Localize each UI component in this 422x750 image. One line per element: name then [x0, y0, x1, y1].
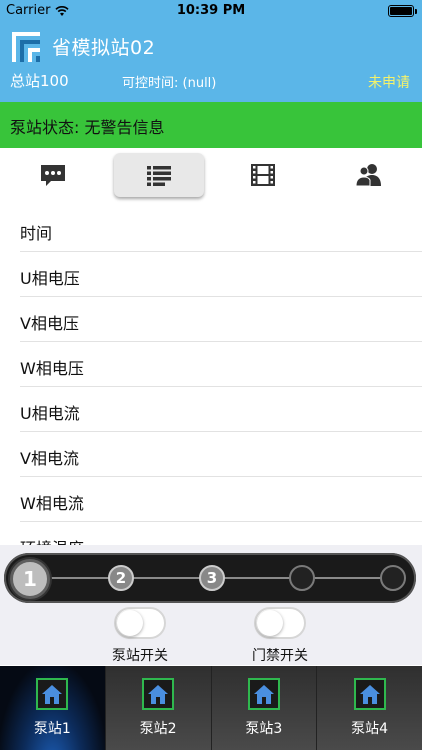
- list-item: U相电流: [20, 387, 422, 432]
- bottom-tab-label: 泵站2: [139, 721, 177, 737]
- bottom-tab-station-1[interactable]: 泵站1: [0, 666, 105, 750]
- bottom-tab-label: 泵站1: [33, 721, 71, 737]
- step-1[interactable]: 1: [10, 559, 50, 599]
- list-item: 环境温度: [20, 522, 422, 545]
- door-switch-toggle[interactable]: [254, 607, 306, 639]
- step-4[interactable]: [289, 565, 315, 591]
- status-bar: Carrier 10:39 PM: [0, 0, 422, 22]
- tab-video[interactable]: [218, 153, 308, 197]
- pump-switch-label: 泵站开关: [112, 648, 168, 664]
- step-2[interactable]: 2: [108, 565, 134, 591]
- list-item: W相电压: [20, 342, 422, 387]
- list-item: V相电流: [20, 432, 422, 477]
- control-time-label: 可控时间: (null): [122, 76, 217, 91]
- station-title: 省模拟站02: [52, 37, 156, 59]
- list-item: W相电流: [20, 477, 422, 522]
- door-switch-label: 门禁开关: [252, 648, 308, 664]
- apply-status-button[interactable]: 未申请: [368, 72, 410, 92]
- bottom-tab-bar: 泵站1 泵站2 泵站3 泵站4: [0, 666, 422, 750]
- header: 省模拟站02 总站100 可控时间: (null) 未申请: [0, 22, 422, 102]
- app-logo-icon: [12, 32, 40, 62]
- pump-switch-group: 泵站开关: [95, 607, 185, 665]
- tab-messages[interactable]: [8, 153, 98, 197]
- list-item: 时间: [20, 207, 422, 252]
- door-switch-group: 门禁开关: [235, 607, 325, 665]
- home-icon: [247, 678, 280, 710]
- step-3[interactable]: 3: [199, 565, 225, 591]
- film-icon: [251, 164, 275, 186]
- bottom-tab-station-2[interactable]: 泵站2: [104, 666, 211, 750]
- bottom-tab-label: 泵站3: [245, 721, 283, 737]
- chat-icon: [41, 165, 65, 186]
- tab-users[interactable]: [324, 153, 414, 197]
- pump-switch-toggle[interactable]: [114, 607, 166, 639]
- view-tabs: [0, 148, 422, 204]
- header-info-row: 总站100 可控时间: (null) 未申请: [0, 70, 422, 94]
- clock: 10:39 PM: [176, 3, 246, 18]
- home-icon: [142, 678, 175, 710]
- parameter-list[interactable]: 时间 U相电压 V相电压 W相电压 U相电流 V相电流 W相电流 环境温度: [0, 207, 422, 545]
- list-item: U相电压: [20, 252, 422, 297]
- step-5[interactable]: [380, 565, 406, 591]
- battery-icon: [388, 5, 417, 17]
- list-item: V相电压: [20, 297, 422, 342]
- total-station-label: 总站100: [10, 72, 69, 90]
- step-slider[interactable]: 1 2 3: [4, 553, 416, 603]
- bottom-tab-station-3[interactable]: 泵站3: [210, 666, 317, 750]
- bottom-tab-station-4[interactable]: 泵站4: [316, 666, 422, 750]
- control-panel: 1 2 3 泵站开关 门禁开关: [0, 545, 422, 665]
- users-icon: [355, 164, 381, 187]
- pump-status-banner: 泵站状态: 无警告信息: [0, 102, 422, 148]
- home-icon: [353, 678, 386, 710]
- list-icon: [147, 166, 171, 186]
- home-icon: [36, 678, 69, 710]
- bottom-tab-label: 泵站4: [351, 721, 389, 737]
- tab-data-list[interactable]: [114, 153, 204, 197]
